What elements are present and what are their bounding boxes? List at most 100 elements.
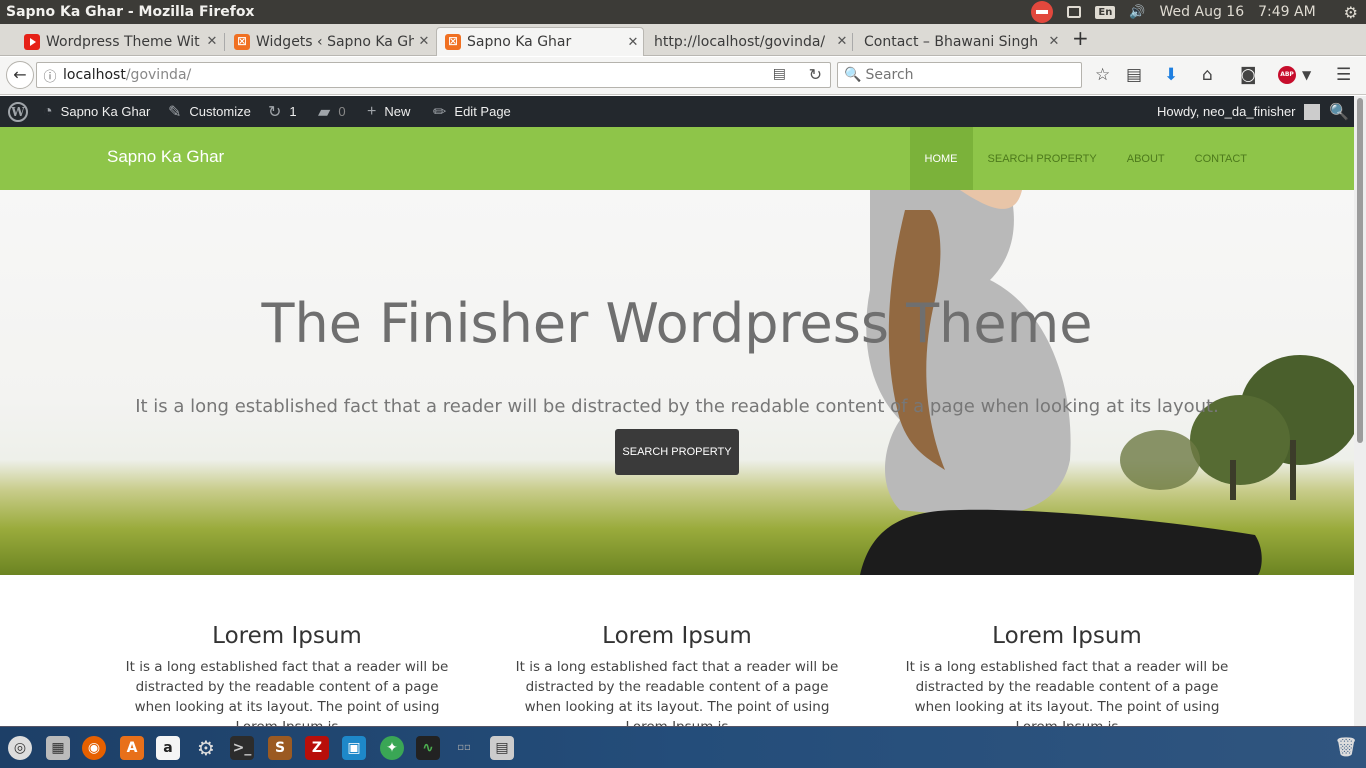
- dashboard-icon: ◔: [43, 102, 53, 120]
- menu-item-search-property[interactable]: SEARCH PROPERTY: [973, 127, 1112, 190]
- system-monitor-icon[interactable]: ∿: [416, 736, 440, 760]
- volume-icon[interactable]: 🔊: [1129, 5, 1145, 20]
- youtube-icon: [24, 33, 40, 50]
- hamburger-menu-icon[interactable]: ☰: [1336, 65, 1351, 85]
- system-gear-icon[interactable]: ⚙: [1344, 3, 1358, 22]
- site-header: Sapno Ka Ghar HOME SEARCH PROPERTY ABOUT…: [0, 127, 1354, 190]
- close-tab-icon[interactable]: ✕: [414, 34, 434, 49]
- url-path: /govinda/: [125, 67, 192, 83]
- search-input[interactable]: [865, 67, 1066, 83]
- new-tab-button[interactable]: +: [1072, 26, 1089, 50]
- tab-label: http://localhost/govinda/: [654, 33, 826, 50]
- save-icon[interactable]: ▤: [490, 736, 514, 760]
- plus-icon: +: [367, 102, 377, 120]
- browser-tab[interactable]: Wordpress Theme Wit ✕: [2, 27, 222, 56]
- feature-text: It is a long established fact that a rea…: [905, 659, 1229, 735]
- search-icon: 🔍: [844, 67, 862, 83]
- dash-icon[interactable]: ◎: [8, 736, 32, 760]
- os-taskbar: ◎ ▦ ◉ A a ⚙ >_ S Z ▣ ✦ ∿ ▫▫ ▤ 🗑: [0, 726, 1366, 768]
- browser-tab-active[interactable]: Sapno Ka Ghar ✕: [436, 27, 644, 56]
- wp-site-link[interactable]: ◔ Sapno Ka Ghar: [43, 96, 150, 127]
- menu-item-contact[interactable]: CONTACT: [1180, 127, 1354, 190]
- address-bar[interactable]: ⓘ localhost/govinda/ ▤ ↻: [36, 62, 831, 88]
- system-tray: En 🔊 Wed Aug 16 7:49 AM ⚙: [1017, 0, 1366, 24]
- search-property-button[interactable]: SEARCH PROPERTY: [615, 429, 739, 475]
- back-button[interactable]: ←: [6, 61, 34, 89]
- wp-logo-button[interactable]: W: [8, 96, 28, 127]
- adblock-plus-icon[interactable]: ABP: [1278, 66, 1296, 84]
- block-icon[interactable]: [1031, 1, 1054, 23]
- amazon-icon[interactable]: a: [156, 736, 180, 760]
- menu-item-about[interactable]: ABOUT: [1112, 127, 1180, 190]
- files-icon[interactable]: ▦: [46, 736, 70, 760]
- wp-customize-label: Customize: [189, 104, 251, 119]
- pencil-icon: ✏: [433, 103, 447, 121]
- wp-edit-label: Edit Page: [454, 104, 511, 119]
- browser-tab-bar: Wordpress Theme Wit ✕ Widgets ‹ Sapno Ka…: [0, 24, 1366, 56]
- clock-time[interactable]: 7:49 AM: [1258, 4, 1316, 20]
- menu-item-home[interactable]: HOME: [909, 127, 973, 190]
- os-top-panel: Sapno Ka Ghar - Mozilla Firefox En 🔊 Wed…: [0, 0, 1366, 24]
- wp-comments-link[interactable]: ▰ 0: [318, 96, 346, 127]
- features-section: Lorem Ipsum It is a long established fac…: [0, 575, 1354, 735]
- downloads-icon[interactable]: ⬇: [1164, 65, 1178, 85]
- workspace-icon[interactable]: ▫▫: [452, 736, 476, 760]
- home-icon[interactable]: ⌂: [1202, 65, 1213, 85]
- tab-label: Widgets ‹ Sapno Ka Gh: [256, 33, 414, 50]
- firefox-icon[interactable]: ◉: [82, 736, 106, 760]
- trash-icon[interactable]: 🗑: [1334, 736, 1358, 760]
- settings-icon[interactable]: ⚙: [194, 736, 218, 760]
- wp-new-label: New: [384, 104, 411, 119]
- feature-title: Lorem Ipsum: [212, 623, 362, 649]
- messaging-icon[interactable]: [1067, 6, 1082, 18]
- filezilla-icon[interactable]: Z: [305, 736, 329, 760]
- browser-tab[interactable]: http://localhost/govinda/ ✕: [646, 27, 852, 56]
- search-bar[interactable]: 🔍: [837, 62, 1082, 88]
- hero-subtitle: It is a long established fact that a rea…: [135, 396, 1219, 417]
- wp-customize-link[interactable]: ✎ Customize: [168, 96, 251, 127]
- tab-label: Sapno Ka Ghar: [467, 34, 572, 50]
- wp-updates-link[interactable]: ↻ 1: [268, 96, 297, 127]
- close-tab-icon[interactable]: ✕: [1044, 34, 1064, 49]
- clock-date[interactable]: Wed Aug 16: [1160, 4, 1245, 20]
- scrollbar-thumb[interactable]: [1357, 98, 1363, 443]
- wp-search-button[interactable]: 🔍: [1329, 96, 1357, 127]
- search-icon: 🔍: [1329, 103, 1349, 121]
- pocket-icon[interactable]: ◙: [1240, 65, 1257, 85]
- screenshot-icon[interactable]: ▣: [342, 736, 366, 760]
- tab-label: Wordpress Theme Wit: [46, 33, 200, 50]
- wp-account-link[interactable]: Howdy, neo_da_finisher: [1157, 96, 1320, 127]
- chevron-down-icon[interactable]: ▼: [1302, 68, 1311, 82]
- terminal-icon[interactable]: >_: [230, 736, 254, 760]
- feature-text: It is a long established fact that a rea…: [515, 659, 839, 735]
- wp-comments-count: 0: [338, 104, 346, 119]
- site-title[interactable]: Sapno Ka Ghar: [107, 147, 224, 167]
- wp-new-link[interactable]: + New: [367, 96, 410, 127]
- main-menu: HOME SEARCH PROPERTY ABOUT CONTACT: [909, 127, 1354, 190]
- browser-tab[interactable]: Contact – Bhawani Singh ✕: [856, 27, 1064, 56]
- bookmark-star-icon[interactable]: ☆: [1095, 65, 1110, 85]
- wp-edit-page-link[interactable]: ✏ Edit Page: [433, 96, 511, 127]
- wp-howdy-label: Howdy, neo_da_finisher: [1157, 104, 1296, 119]
- wordpress-icon: W: [8, 101, 28, 122]
- hero-title: The Finisher Wordpress Theme: [261, 292, 1093, 355]
- software-center-icon[interactable]: A: [120, 736, 144, 760]
- sublime-icon[interactable]: S: [268, 736, 292, 760]
- site-info-icon[interactable]: ⓘ: [37, 66, 63, 85]
- feature-title: Lorem Ipsum: [602, 623, 752, 649]
- page-scrollbar[interactable]: [1354, 96, 1366, 726]
- wp-admin-bar: W ◔ Sapno Ka Ghar ✎ Customize ↻ 1 ▰ 0 + …: [0, 96, 1354, 127]
- tab-separator: [852, 33, 853, 51]
- window-title: Sapno Ka Ghar - Mozilla Firefox: [6, 4, 255, 20]
- reading-list-icon[interactable]: ▤: [1126, 65, 1142, 85]
- navigation-toolbar: ← ⓘ localhost/govinda/ ▤ ↻ 🔍 ☆ ▤ ⬇ ⌂ ◙ A…: [0, 57, 1366, 95]
- brush-icon: ✎: [168, 103, 182, 121]
- reload-icon[interactable]: ↻: [809, 65, 822, 84]
- browser-tab[interactable]: Widgets ‹ Sapno Ka Gh ✕: [212, 27, 434, 56]
- keyboard-language-indicator[interactable]: En: [1095, 5, 1116, 19]
- close-tab-icon[interactable]: ✕: [623, 35, 643, 50]
- close-tab-icon[interactable]: ✕: [832, 34, 852, 49]
- vpn-icon[interactable]: ✦: [380, 736, 404, 760]
- reader-view-icon[interactable]: ▤: [773, 66, 786, 82]
- feature-text: It is a long established fact that a rea…: [125, 659, 449, 735]
